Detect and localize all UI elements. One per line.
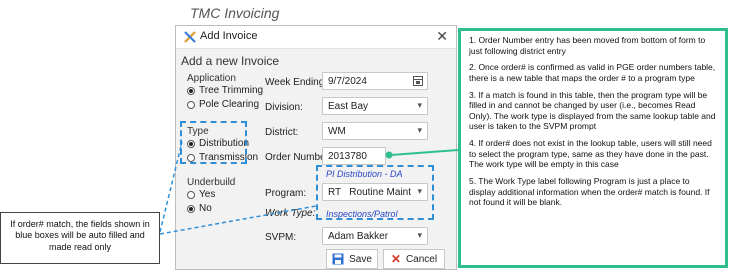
note-item: 4. If order# does not exist in the looku…	[469, 138, 712, 170]
note-item: 1. Order Number entry has been moved fro…	[469, 35, 706, 56]
auto-fill-note: If order# match, the fields shown in blu…	[0, 212, 160, 264]
change-notes-panel: 1. Order Number entry has been moved fro…	[458, 28, 728, 268]
note-item: 2. Once order# is confirmed as valid in …	[469, 62, 716, 83]
note-item: 5. The Work Type label following Program…	[469, 175, 710, 208]
note-item: 3. If a match is found in this table, th…	[469, 89, 716, 132]
